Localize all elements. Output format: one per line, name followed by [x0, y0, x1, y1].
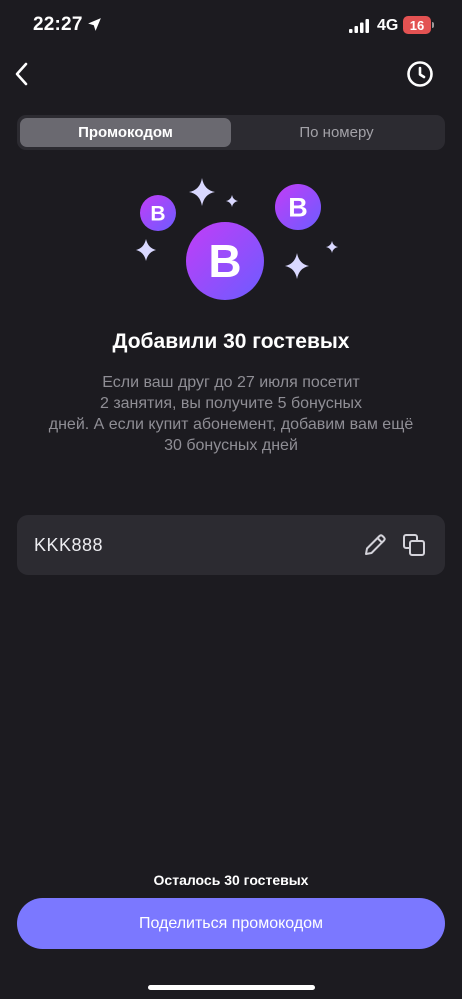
cellular-signal-icon — [349, 19, 369, 33]
coin-letter: B — [288, 193, 308, 223]
copy-promo-button[interactable] — [401, 532, 427, 558]
clock-history-icon — [407, 61, 433, 87]
status-time: 22:27 — [33, 14, 83, 35]
status-bar: 22:27 4G 16 — [0, 0, 462, 52]
b-coin-icon: B — [275, 184, 321, 230]
battery-icon: 16 — [403, 16, 431, 34]
description-line: Если ваш друг до 27 июля посетит — [102, 374, 360, 391]
coin-letter: B — [150, 203, 165, 226]
copy-icon — [403, 534, 425, 556]
guest-bonus-illustration: B B B — [136, 178, 338, 300]
page-title: Добавили 30 гостевых — [112, 330, 350, 353]
tab-promocode[interactable]: Промокодом — [20, 118, 231, 147]
sparkle-icon — [326, 241, 338, 253]
back-button[interactable] — [6, 58, 38, 90]
history-button[interactable] — [404, 58, 436, 90]
chevron-left-icon — [15, 62, 28, 86]
b-coin-icon: B — [186, 222, 264, 300]
sparkle-icon — [285, 253, 309, 279]
description-line: 2 занятия, вы получите 5 бонусных — [99, 395, 363, 412]
description-line: дней. А если купит абонемент, добавим ва… — [48, 416, 414, 433]
sparkle-icon — [226, 195, 238, 207]
promo-code-field: KKK888 — [17, 515, 445, 575]
share-promo-button[interactable]: Поделиться промокодом — [17, 898, 445, 949]
b-coin-icon: B — [140, 195, 176, 231]
promo-code-value[interactable]: KKK888 — [34, 535, 103, 556]
description-line: 30 бонусных дней — [164, 437, 298, 454]
mode-tabs: Промокодом По номеру — [17, 115, 445, 150]
battery-tip — [432, 22, 434, 28]
screen: 22:27 4G 16 Промокодом По номеру B B B Д… — [0, 0, 462, 999]
sparkle-icon — [189, 178, 215, 206]
edit-promo-button[interactable] — [362, 532, 388, 558]
battery-level: 16 — [409, 17, 425, 33]
network-type: 4G — [377, 17, 399, 34]
sparkle-icon — [136, 239, 156, 261]
remaining-guests: Осталось 30 гостевых — [153, 872, 309, 888]
promo-description: Если ваш друг до 27 июля посетит 2 занят… — [16, 372, 446, 456]
location-arrow-icon — [88, 18, 101, 31]
tab-by-number[interactable]: По номеру — [231, 118, 442, 147]
coin-letter: B — [208, 235, 241, 287]
home-indicator — [148, 985, 315, 990]
pencil-edit-icon — [365, 534, 386, 555]
